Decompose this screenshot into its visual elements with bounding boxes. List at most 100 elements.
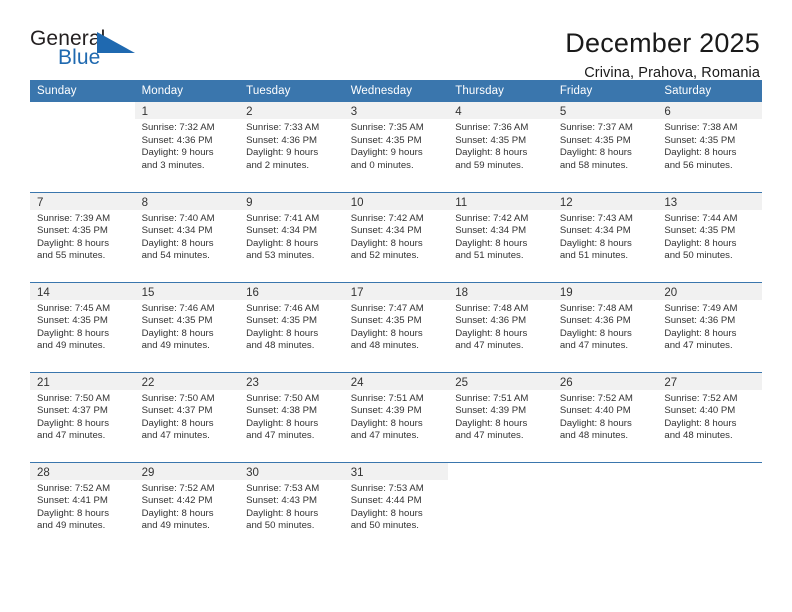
calendar-day-cell[interactable]: 16 Sunrise: 7:46 AM Sunset: 4:35 PM Dayligh… <box>239 281 344 372</box>
sunrise-text: Sunrise: 7:48 AM <box>559 302 633 314</box>
day-detail-block: Sunrise: 7:52 AM Sunset: 4:40 PM Daylight:… <box>657 390 762 443</box>
sunset-text: Sunset: 4:35 PM <box>246 315 318 327</box>
day-number: 26 <box>559 376 573 389</box>
calendar-day-cell[interactable]: 26 Sunrise: 7:52 AM Sunset: 4:40 PM Dayligh… <box>552 371 658 462</box>
calendar-day-cell[interactable]: 4 Sunrise: 7:36 AM Sunset: 4:35 PM Daylight… <box>448 102 553 192</box>
daylight-text: Daylight: 9 hours <box>350 147 423 159</box>
day-detail-block: Sunrise: 7:53 AM Sunset: 4:43 PM Daylight:… <box>239 480 344 533</box>
daylight-text: Daylight: 8 hours <box>141 417 214 429</box>
calendar-day-cell[interactable]: 14 Sunrise: 7:45 AM Sunset: 4:35 PM Dayligh… <box>30 281 135 372</box>
sunset-text: Sunset: 4:42 PM <box>141 495 213 507</box>
daylight-text: Daylight: 8 hours <box>246 417 319 429</box>
calendar-day-cell[interactable]: 8 Sunrise: 7:40 AM Sunset: 4:34 PM Daylight… <box>134 191 240 282</box>
calendar-day-cell-empty <box>657 461 762 552</box>
page-title: December 2025 <box>565 28 760 58</box>
daylight-text: Daylight: 9 hours <box>246 147 319 159</box>
calendar-day-cell-empty <box>552 461 658 552</box>
day-number-band: 12 <box>552 192 658 210</box>
calendar-day-cell[interactable]: 23 Sunrise: 7:50 AM Sunset: 4:38 PM Dayligh… <box>239 371 344 462</box>
general-blue-logo[interactable]: General Blue <box>30 28 145 76</box>
calendar-day-cell[interactable]: 7 Sunrise: 7:39 AM Sunset: 4:35 PM Daylight… <box>30 191 135 282</box>
day-number-band: 27 <box>657 372 762 390</box>
daylight-text-cont: and 48 minutes. <box>246 340 315 352</box>
day-number-band: 3 <box>343 102 449 119</box>
sunset-text: Sunset: 4:36 PM <box>246 134 318 146</box>
calendar-day-cell[interactable]: 20 Sunrise: 7:49 AM Sunset: 4:36 PM Dayligh… <box>657 281 762 372</box>
day-detail-block: Sunrise: 7:52 AM Sunset: 4:42 PM Daylight:… <box>135 480 240 533</box>
day-number: 22 <box>141 376 155 389</box>
calendar-day-cell[interactable]: 24 Sunrise: 7:51 AM Sunset: 4:39 PM Dayligh… <box>343 371 449 462</box>
calendar-day-cell[interactable]: 31 Sunrise: 7:53 AM Sunset: 4:44 PM Dayligh… <box>343 461 449 552</box>
daylight-text-cont: and 51 minutes. <box>559 250 629 262</box>
day-number-band: 14 <box>30 282 135 300</box>
calendar-day-cell[interactable]: 15 Sunrise: 7:46 AM Sunset: 4:35 PM Dayligh… <box>134 281 240 372</box>
sunrise-text: Sunrise: 7:46 AM <box>141 302 215 314</box>
day-detail-block: Sunrise: 7:47 AM Sunset: 4:35 PM Daylight:… <box>344 300 449 353</box>
calendar-day-cell[interactable]: 25 Sunrise: 7:51 AM Sunset: 4:39 PM Dayligh… <box>448 371 553 462</box>
calendar-day-cell[interactable]: 10 Sunrise: 7:42 AM Sunset: 4:34 PM Dayligh… <box>343 191 449 282</box>
calendar-day-cell[interactable]: 27 Sunrise: 7:52 AM Sunset: 4:40 PM Dayligh… <box>657 371 762 462</box>
calendar-day-cell[interactable]: 11 Sunrise: 7:42 AM Sunset: 4:34 PM Dayligh… <box>448 191 553 282</box>
calendar-day-cell[interactable]: 17 Sunrise: 7:47 AM Sunset: 4:35 PM Dayligh… <box>343 281 449 372</box>
sunset-text: Sunset: 4:35 PM <box>559 134 631 146</box>
day-number-band <box>657 462 762 480</box>
calendar-day-cell[interactable]: 19 Sunrise: 7:48 AM Sunset: 4:36 PM Dayligh… <box>552 281 658 372</box>
daylight-text: Daylight: 8 hours <box>141 507 214 519</box>
sunset-text: Sunset: 4:35 PM <box>350 134 422 146</box>
calendar-day-cell[interactable]: 6 Sunrise: 7:38 AM Sunset: 4:35 PM Daylight… <box>657 102 762 192</box>
day-number: 25 <box>455 376 469 389</box>
calendar-day-cell[interactable]: 3 Sunrise: 7:35 AM Sunset: 4:35 PM Daylight… <box>343 102 449 192</box>
daylight-text: Daylight: 8 hours <box>664 417 737 429</box>
daylight-text: Daylight: 8 hours <box>141 327 214 339</box>
daylight-text: Daylight: 8 hours <box>455 417 528 429</box>
day-number-band: 24 <box>343 372 449 390</box>
day-number: 1 <box>141 106 148 118</box>
day-detail-block: Sunrise: 7:45 AM Sunset: 4:35 PM Daylight:… <box>30 300 135 353</box>
day-number-band: 18 <box>448 282 553 300</box>
day-detail-block: Sunrise: 7:40 AM Sunset: 4:34 PM Daylight:… <box>135 210 240 263</box>
calendar-day-cell[interactable]: 1 Sunrise: 7:32 AM Sunset: 4:36 PM Daylight… <box>134 102 240 192</box>
sunrise-text: Sunrise: 7:46 AM <box>246 302 320 314</box>
calendar-day-cell[interactable]: 22 Sunrise: 7:50 AM Sunset: 4:37 PM Dayligh… <box>134 371 240 462</box>
day-detail-block: Sunrise: 7:32 AM Sunset: 4:36 PM Daylight:… <box>135 119 240 172</box>
daylight-text: Daylight: 8 hours <box>246 237 319 249</box>
triangle-logo-icon <box>97 31 137 58</box>
calendar-day-cell[interactable]: 21 Sunrise: 7:50 AM Sunset: 4:37 PM Dayligh… <box>30 371 135 462</box>
calendar-day-cell[interactable]: 13 Sunrise: 7:44 AM Sunset: 4:35 PM Dayligh… <box>657 191 762 282</box>
day-number: 3 <box>350 106 358 118</box>
calendar-day-cell[interactable]: 9 Sunrise: 7:41 AM Sunset: 4:34 PM Daylight… <box>239 191 344 282</box>
calendar-day-cell[interactable]: 18 Sunrise: 7:48 AM Sunset: 4:36 PM Dayligh… <box>448 281 553 372</box>
day-detail-block: Sunrise: 7:46 AM Sunset: 4:35 PM Daylight:… <box>135 300 240 353</box>
calendar-day-cell[interactable]: 29 Sunrise: 7:52 AM Sunset: 4:42 PM Dayligh… <box>134 461 240 552</box>
day-number: 18 <box>455 286 469 299</box>
calendar-day-cell[interactable]: 28 Sunrise: 7:52 AM Sunset: 4:41 PM Dayligh… <box>30 461 135 552</box>
day-number: 2 <box>246 106 253 118</box>
sunrise-text: Sunrise: 7:50 AM <box>37 392 111 404</box>
calendar-day-cell[interactable]: 5 Sunrise: 7:37 AM Sunset: 4:35 PM Daylight… <box>552 102 658 192</box>
sunrise-text: Sunrise: 7:38 AM <box>664 122 738 133</box>
calendar-day-cell[interactable]: 2 Sunrise: 7:33 AM Sunset: 4:36 PM Daylight… <box>239 102 344 192</box>
weekday-header-tuesday: Tuesday <box>239 80 344 102</box>
daylight-text: Daylight: 8 hours <box>455 147 528 159</box>
sunset-text: Sunset: 4:37 PM <box>37 405 108 417</box>
sunset-text: Sunset: 4:34 PM <box>559 225 631 237</box>
sunset-text: Sunset: 4:36 PM <box>141 134 213 146</box>
sunrise-text: Sunrise: 7:41 AM <box>246 212 320 224</box>
daylight-text-cont: and 50 minutes. <box>246 520 315 532</box>
weekday-header-saturday: Saturday <box>657 80 762 102</box>
sunrise-text: Sunrise: 7:51 AM <box>350 392 424 404</box>
daylight-text-cont: and 49 minutes. <box>141 340 210 352</box>
calendar-day-cell[interactable]: 12 Sunrise: 7:43 AM Sunset: 4:34 PM Dayligh… <box>552 191 658 282</box>
day-number: 21 <box>37 376 50 389</box>
day-number: 24 <box>350 376 364 389</box>
day-number: 31 <box>350 466 364 479</box>
day-number-band: 6 <box>657 102 762 119</box>
day-number-band: 13 <box>657 192 762 210</box>
daylight-text-cont: and 51 minutes. <box>455 250 524 262</box>
daylight-text: Daylight: 8 hours <box>246 327 319 339</box>
daylight-text: Daylight: 8 hours <box>37 237 109 249</box>
calendar-day-cell[interactable]: 30 Sunrise: 7:53 AM Sunset: 4:43 PM Dayligh… <box>239 461 344 552</box>
day-number: 5 <box>559 106 567 118</box>
title-block: December 2025 Crivina, Prahova, Romania <box>565 28 762 83</box>
daylight-text: Daylight: 8 hours <box>559 327 632 339</box>
